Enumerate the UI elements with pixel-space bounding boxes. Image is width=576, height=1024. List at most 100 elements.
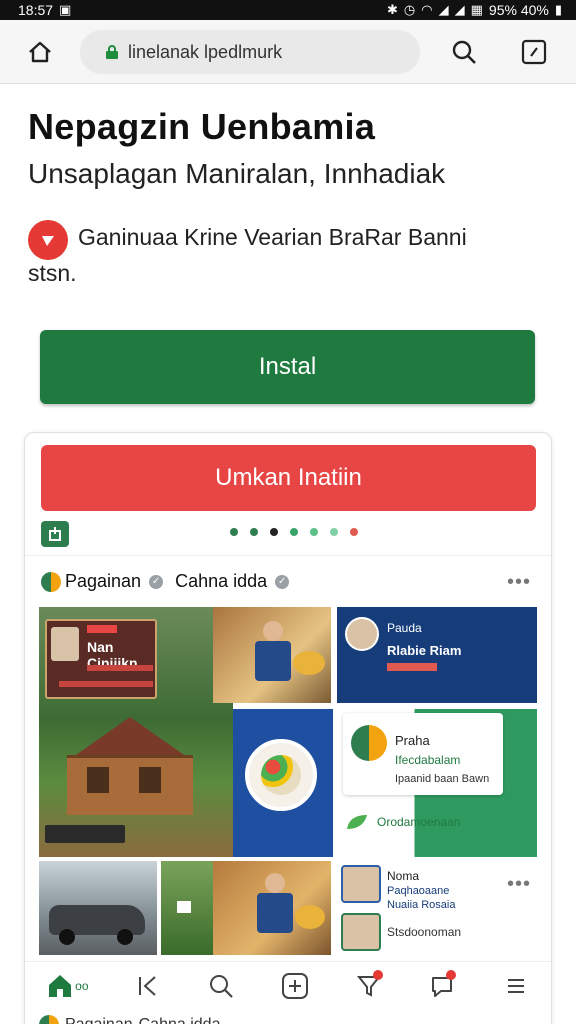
app-subtitle: Unsaplagan Maniralan, Innhadiak [28,158,446,189]
side-item1-title: Noma [387,869,420,883]
back-icon [138,975,156,996]
praha-logo-icon [351,725,387,761]
feed-header: Pagainan ✓ Cahna idda ✓ [41,571,290,592]
tab-home-label: oo [75,978,89,993]
bottom-tab-bar: oo [25,961,551,1009]
cook-body [257,893,293,933]
app-title: Nepagzin Uenbamia [28,106,376,147]
green-card-line2: Ipaanid baan Bawn [395,773,490,785]
promo-text: Ganinuaa Krine Vearian BraRar Banni [78,224,467,250]
carousel-dots [230,528,358,536]
carousel-dot[interactable] [250,528,258,536]
signal-icon: ◢ [438,2,449,17]
carousel-dot[interactable] [290,528,298,536]
side-item1-line1: Paqhaoaane [387,885,450,897]
promo-text-continued: stsn. [28,260,77,286]
wifi-icon: ◠ [421,2,433,17]
blue-info-tile[interactable]: Pauda Rlabie Riam [337,607,537,703]
battery-text: 95% 40% [488,2,549,18]
status-bar: 18:57 ▣ ✱ ◷ ◠ ◢ ◢ ▦ 95% 40% ▮ [0,0,576,20]
banner-line-2 [59,681,153,687]
tab-search[interactable] [201,966,241,1006]
side-item2-title: Stsdoonoman [387,925,462,939]
peek-channel[interactable]: Cahna idda [139,1016,221,1024]
tab-add[interactable] [275,966,315,1006]
battery-icon: ▮ [554,2,562,17]
house-banner: Nan Ciniiikn [45,619,157,699]
house-roof [73,717,187,757]
edit-icon[interactable] [514,32,554,72]
soup-bowl [245,739,317,811]
tab-back[interactable] [128,966,168,1006]
carousel-dot[interactable] [330,528,338,536]
home-icon[interactable] [20,32,60,72]
house-wall [67,755,193,815]
url-bar[interactable]: linelanak lpedlmurk [80,30,420,74]
soup-image-tile[interactable] [233,709,333,857]
blue-card-line1: Pauda [387,621,422,635]
carousel-dot[interactable] [230,528,238,536]
green-card-footer: Orodamoenaan [377,815,461,829]
cooking-image-tile-2[interactable] [213,861,331,955]
green-info-tile[interactable]: Praha Ifecdabalam Ipaanid baan Bawn Orod… [333,709,537,857]
dish [293,651,325,675]
cook-head [265,873,285,893]
preview-card: Umkan Inatiin Pagainan ✓ Cahna idda ✓ ••… [24,432,552,1024]
more-options-button-2[interactable]: ••• [507,873,531,896]
banner-line [87,665,153,671]
avatar [345,617,379,651]
browser-toolbar: linelanak lpedlmurk [0,20,576,84]
store-icon[interactable] [41,521,69,547]
channel-logo-icon [39,1015,59,1024]
notification-badge [372,969,383,980]
play-icon [28,220,68,260]
install-button[interactable]: Instal [40,330,535,404]
channel-logo-icon [41,571,61,592]
search-icon[interactable] [444,32,484,72]
tab-menu[interactable] [496,966,536,1006]
dish [295,905,325,929]
home-icon [49,974,72,997]
car-image-tile[interactable] [39,861,157,955]
bluetooth-icon: ✱ [387,2,398,17]
carousel-dot[interactable] [350,528,358,536]
side-item1-line2: Nuaiia Rosaia [387,899,456,911]
house-window [87,767,109,793]
leaf-icon [345,813,369,831]
avatar[interactable] [341,865,381,903]
alarm-icon: ◷ [403,2,416,17]
sim-icon: ▦ [470,2,483,17]
status-time: 18:57 [18,2,54,18]
notification-badge [446,969,457,980]
secondary-button[interactable]: Umkan Inatiin [41,445,536,511]
carousel-dot[interactable] [310,528,318,536]
blue-card-line2: Rlabie Riam [387,643,462,658]
tab-chat[interactable] [422,966,462,1006]
carousel-dot[interactable] [270,528,278,536]
house-image-tile[interactable]: Nan Ciniiikn [39,607,233,857]
house-window-2 [139,767,161,793]
blue-card-tag [387,663,437,671]
plant-sign [177,901,191,913]
green-card-title: Praha [395,733,430,748]
peek-author[interactable]: Pagainan [65,1016,133,1024]
cook-body [255,641,291,681]
feed-channel[interactable]: Cahna idda [175,571,267,592]
next-post-header: Pagainan Cahna idda [39,1015,220,1024]
verified-icon-2: ✓ [275,574,290,589]
more-options-button[interactable]: ••• [507,571,531,594]
menu-icon [508,978,525,993]
url-text: linelanak lpedlmurk [128,41,283,62]
feed-author[interactable]: Pagainan [65,571,141,592]
tab-home[interactable]: oo [42,966,94,1006]
avatar [51,627,79,661]
green-info-card: Praha Ifecdabalam Ipaanid baan Bawn [343,713,503,795]
avatar[interactable] [341,913,381,951]
house-caption-strip [45,825,125,843]
cooking-image-tile[interactable] [213,607,331,703]
divider [25,555,551,556]
add-icon [281,972,308,999]
tab-filter[interactable] [349,966,389,1006]
soup-food [261,755,301,795]
green-card-line1: Ifecdabalam [395,753,461,767]
